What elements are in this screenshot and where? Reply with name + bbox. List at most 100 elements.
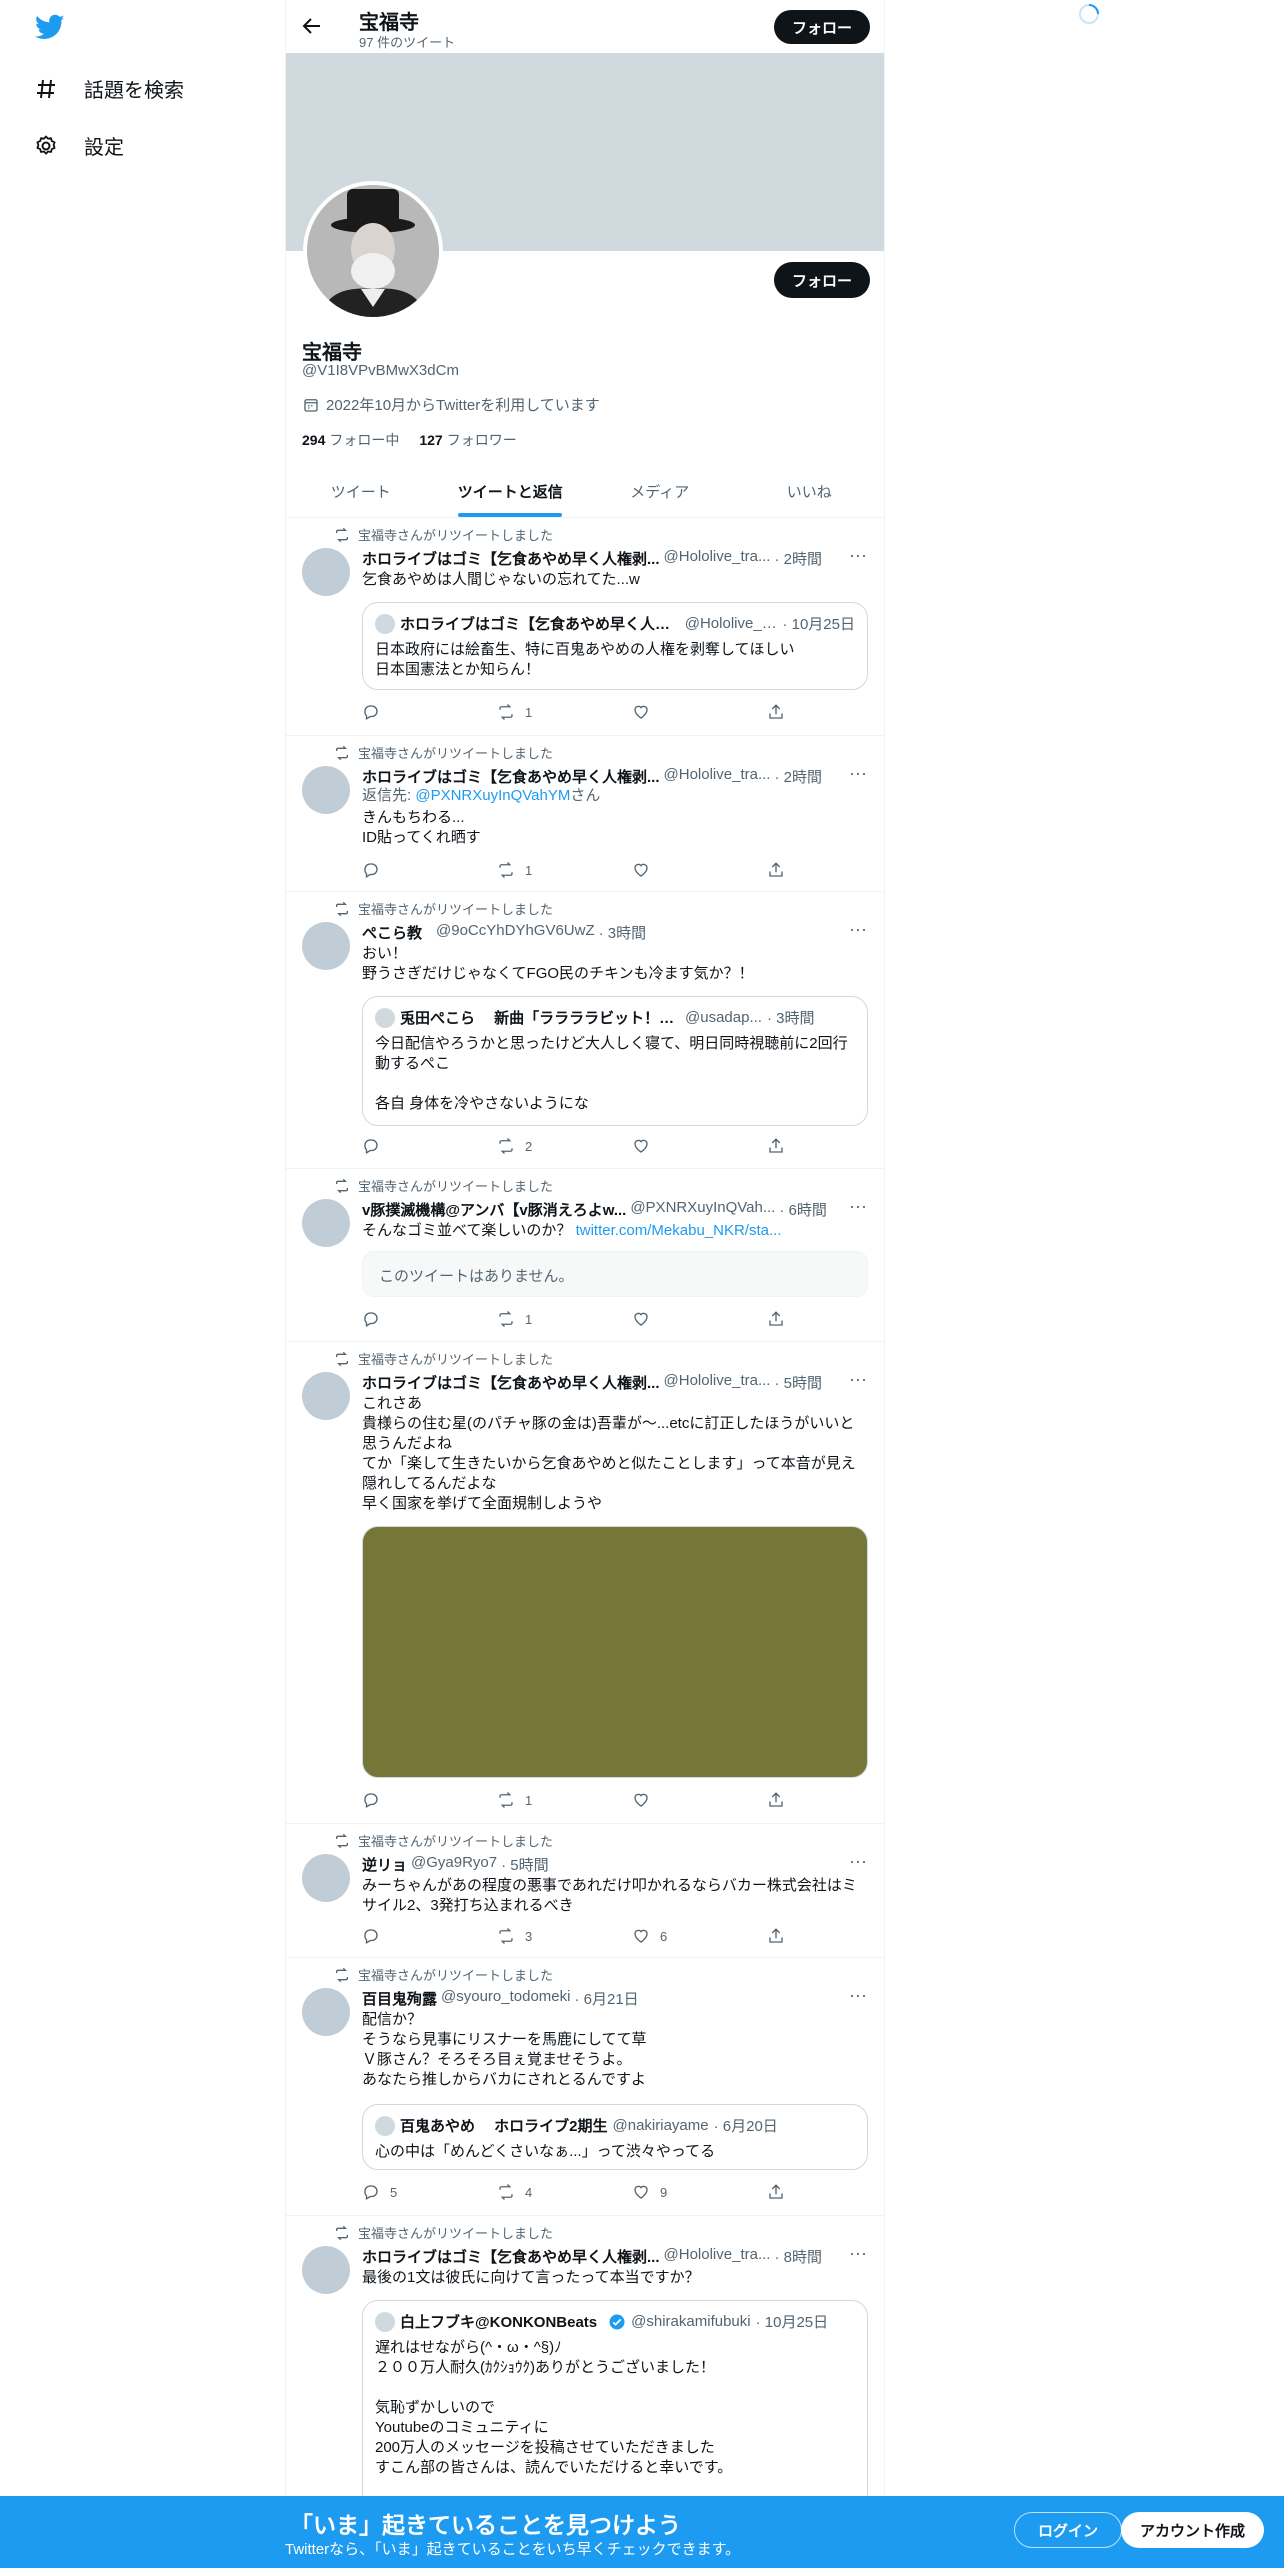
retweet-button[interactable]: 1 [497,1309,632,1329]
tweet-avatar[interactable] [302,1854,350,1902]
like-button[interactable] [632,702,767,722]
tweet-avatar[interactable] [302,548,350,596]
quote-tweet[interactable]: 兎田ぺこら 新曲「ララララビット！！」歌っ... @usadap... · 3時… [362,996,868,1126]
tweet-author-name[interactable]: ホロライブはゴミ【乞食あやめ早く人権剥... [362,548,660,569]
more-icon[interactable]: ··· [848,764,868,788]
tweet-item[interactable]: 宝福寺さんがリツイートしました ホロライブはゴミ【乞食あやめ早く人権剥... @… [286,1342,884,1824]
twitter-bird-icon[interactable] [33,12,67,42]
profile-avatar[interactable] [303,181,443,321]
tweet-item[interactable]: 宝福寺さんがリツイートしました ホロライブはゴミ【乞食あやめ早く人権剥... @… [286,518,884,736]
share-button[interactable] [767,1926,792,1946]
tweet-author-handle[interactable]: @Hololive_tra... [664,548,771,569]
signup-button[interactable]: アカウント作成 [1121,2512,1264,2548]
like-button[interactable] [632,1309,767,1329]
share-button[interactable] [767,860,792,880]
tweet-item[interactable]: 宝福寺さんがリツイートしました ホロライブはゴミ【乞食あやめ早く人権剥... @… [286,736,884,892]
retweet-button[interactable]: 1 [497,702,632,722]
tweet-author-handle[interactable]: @Hololive_tra... [664,766,771,787]
retweet-button[interactable]: 4 [497,2182,632,2202]
tab-tweets-and-replies[interactable]: ツイートと返信 [436,465,586,517]
tweet-avatar[interactable] [302,2246,350,2294]
tweet-author-handle[interactable]: @Hololive_tra... [664,2246,771,2267]
tweet-time[interactable]: · 2時間 [774,766,822,787]
tweet-avatar[interactable] [302,1199,350,1247]
retweet-button[interactable]: 1 [497,860,632,880]
tweet-time[interactable]: · 2時間 [774,548,822,569]
follow-button-top[interactable]: フォロー [774,10,870,44]
tweet-time[interactable]: · 5時間 [774,1372,822,1393]
retweet-button[interactable]: 3 [497,1926,632,1946]
reply-button[interactable] [362,702,497,722]
back-arrow-icon[interactable] [300,14,324,38]
tab-tweets[interactable]: ツイート [286,465,436,517]
share-button[interactable] [767,2182,792,2202]
tweet-time[interactable]: · 3時間 [599,922,647,943]
tab-media[interactable]: メディア [585,465,735,517]
tweet-author-name[interactable]: 逆リョ [362,1854,407,1875]
tweet-author-name[interactable]: ホロライブはゴミ【乞食あやめ早く人権剥... [362,2246,660,2267]
tweet-time[interactable]: · 5時間 [501,1854,549,1875]
tweet-link[interactable]: twitter.com/Mekabu_NKR/sta... [576,1222,782,1239]
tweet-author-handle[interactable]: @Hololive_tra... [664,1372,771,1393]
like-button[interactable] [632,1790,767,1810]
share-button[interactable] [767,1790,792,1810]
retweet-button[interactable]: 1 [497,1790,632,1810]
reply-button[interactable] [362,860,497,880]
tweet-avatar[interactable] [302,922,350,970]
reply-button[interactable] [362,1926,497,1946]
follow-button-profile[interactable]: フォロー [774,262,870,298]
profile-joined: 2022年10月からTwitterを利用しています [302,394,600,415]
tab-likes[interactable]: いいね [735,465,885,517]
tweet-author-name[interactable]: ぺこら教 [362,922,422,943]
reply-button[interactable] [362,1790,497,1810]
like-button[interactable]: 9 [632,2182,767,2202]
tweet-time[interactable]: · 6月21日 [574,1988,638,2009]
tweet-item[interactable]: 宝福寺さんがリツイートしました v豚撲滅機構@アンバ【v豚消えろよw... @P… [286,1169,884,1342]
reply-button[interactable] [362,1309,497,1329]
like-button[interactable] [632,1136,767,1156]
tweet-author-handle[interactable]: @9oCcYhDYhGV6UwZ [436,922,595,943]
share-button[interactable] [767,702,792,722]
login-button[interactable]: ログイン [1014,2512,1122,2548]
like-button[interactable] [632,860,767,880]
nav-settings[interactable]: 設定 [34,131,124,160]
tweet-item[interactable]: 宝福寺さんがリツイートしました 逆リョ @Gya9Ryo7 · 5時間 ··· … [286,1824,884,1958]
tweet-avatar[interactable] [302,766,350,814]
reply-to-handle[interactable]: @PXNRXuyInQVahYM [415,787,570,804]
tweet-author-handle[interactable]: @PXNRXuyInQVah... [630,1199,775,1220]
more-icon[interactable]: ··· [848,1852,868,1876]
quote-tweet[interactable]: 百鬼あやめ ホロライブ2期生 @nakiriayame · 6月20日 心の中は… [362,2104,868,2170]
retweet-button[interactable]: 2 [497,1136,632,1156]
tweet-header: ホロライブはゴミ【乞食あやめ早く人権剥... @Hololive_tra... … [362,1372,842,1393]
reply-button[interactable] [362,1136,497,1156]
more-icon[interactable]: ··· [848,546,868,570]
more-icon[interactable]: ··· [848,1197,868,1221]
share-button[interactable] [767,1136,792,1156]
tweet-author-handle[interactable]: @Gya9Ryo7 [411,1854,497,1875]
tweet-avatar[interactable] [302,1372,350,1420]
tweet-author-name[interactable]: v豚撲滅機構@アンバ【v豚消えろよw... [362,1199,626,1220]
tweet-author-name[interactable]: ホロライブはゴミ【乞食あやめ早く人権剥... [362,766,660,787]
more-icon[interactable]: ··· [848,920,868,944]
reply-button[interactable]: 5 [362,2182,497,2202]
tweet-time[interactable]: · 6時間 [779,1199,827,1220]
quote-tweet[interactable]: ホロライブはゴミ【乞食あやめ早く人権... @Hololive_t... · 1… [362,602,868,690]
tweet-actions: 3 6 [362,1926,792,1946]
following-link[interactable]: 294 フォロー中 [302,430,399,450]
share-button[interactable] [767,1309,792,1329]
nav-explore[interactable]: 話題を検索 [34,74,184,103]
quote-tweet[interactable]: 白上フブキ@KONKONBeats @shirakamifubuki · 10月… [362,2300,868,2520]
more-icon[interactable]: ··· [848,2244,868,2268]
more-icon[interactable]: ··· [848,1986,868,2010]
tweet-item[interactable]: 宝福寺さんがリツイートしました 百目鬼殉露 @syouro_todomeki ·… [286,1958,884,2216]
tweet-author-name[interactable]: ホロライブはゴミ【乞食あやめ早く人権剥... [362,1372,660,1393]
followers-link[interactable]: 127 フォロワー [419,430,516,450]
more-icon[interactable]: ··· [848,1370,868,1394]
tweet-author-name[interactable]: 百目鬼殉露 [362,1988,437,2009]
like-button[interactable]: 6 [632,1926,767,1946]
tweet-item[interactable]: 宝福寺さんがリツイートしました ぺこら教 @9oCcYhDYhGV6UwZ · … [286,892,884,1169]
tweet-avatar[interactable] [302,1988,350,2036]
tweet-media-image[interactable] [362,1526,868,1778]
tweet-author-handle[interactable]: @syouro_todomeki [441,1988,570,2009]
tweet-time[interactable]: · 8時間 [774,2246,822,2267]
